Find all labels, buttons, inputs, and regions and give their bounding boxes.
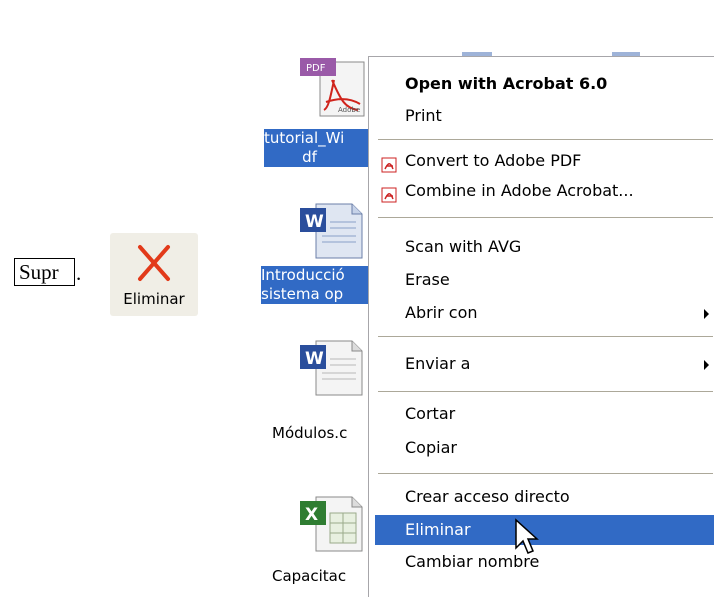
menu-item-scan-with-avg[interactable]: Scan with AVG	[375, 232, 714, 262]
menu-item-open-with-acrobat[interactable]: Open with Acrobat 6.0	[375, 69, 714, 99]
submenu-arrow-icon	[704, 360, 709, 370]
svg-text:PDF: PDF	[306, 63, 326, 74]
menu-item-label: Convert to Adobe PDF	[405, 151, 582, 170]
submenu-arrow-icon	[704, 309, 709, 319]
menu-item-enviar-a[interactable]: Enviar a	[375, 349, 714, 379]
excel-file-icon[interactable]: X	[296, 493, 368, 557]
menu-separator	[378, 139, 713, 140]
file-label-word-2[interactable]: Módulos.c	[272, 424, 347, 443]
menu-item-print[interactable]: Print	[375, 101, 714, 131]
file-label-pdf[interactable]: tutorial_Wi df	[264, 129, 368, 167]
word-file-icon[interactable]: W	[296, 337, 368, 401]
menu-separator	[378, 391, 713, 392]
delete-x-icon	[138, 245, 170, 281]
supr-key: Supr	[14, 258, 75, 286]
delete-toolbar-button[interactable]: Eliminar	[110, 233, 198, 316]
svg-text:Adobe: Adobe	[338, 106, 360, 114]
menu-item-erase[interactable]: Erase	[375, 265, 714, 295]
menu-item-label: Combine in Adobe Acrobat...	[405, 181, 634, 200]
supr-period: .	[76, 261, 82, 285]
svg-text:W: W	[305, 349, 324, 369]
context-menu: Open with Acrobat 6.0 Print Convert to A…	[368, 56, 714, 597]
menu-separator	[378, 217, 713, 218]
svg-text:W: W	[305, 212, 324, 232]
menu-separator	[378, 336, 713, 337]
menu-item-combine-in-acrobat[interactable]: Combine in Adobe Acrobat...	[375, 176, 714, 206]
menu-item-abrir-con[interactable]: Abrir con	[375, 298, 714, 328]
menu-item-label: Abrir con	[405, 303, 478, 322]
file-label-excel[interactable]: Capacitac	[272, 567, 346, 586]
pdf-file-icon[interactable]: PDF Adobe	[300, 58, 366, 122]
word-file-icon[interactable]: W	[296, 200, 368, 264]
delete-button-label: Eliminar	[123, 290, 185, 308]
file-label-word-1[interactable]: Introducció sistema op	[261, 266, 368, 304]
menu-item-cambiar-nombre[interactable]: Cambiar nombre	[375, 547, 714, 577]
mouse-cursor-icon	[514, 518, 540, 562]
menu-item-crear-acceso-directo[interactable]: Crear acceso directo	[375, 482, 714, 512]
svg-text:X: X	[305, 505, 318, 525]
menu-item-convert-to-pdf[interactable]: Convert to Adobe PDF	[375, 146, 714, 176]
menu-item-eliminar[interactable]: Eliminar	[375, 515, 714, 545]
menu-item-cortar[interactable]: Cortar	[375, 399, 714, 429]
menu-item-label: Enviar a	[405, 354, 471, 373]
menu-separator	[378, 473, 713, 474]
pdf-icon	[381, 183, 397, 213]
menu-item-copiar[interactable]: Copiar	[375, 433, 714, 463]
